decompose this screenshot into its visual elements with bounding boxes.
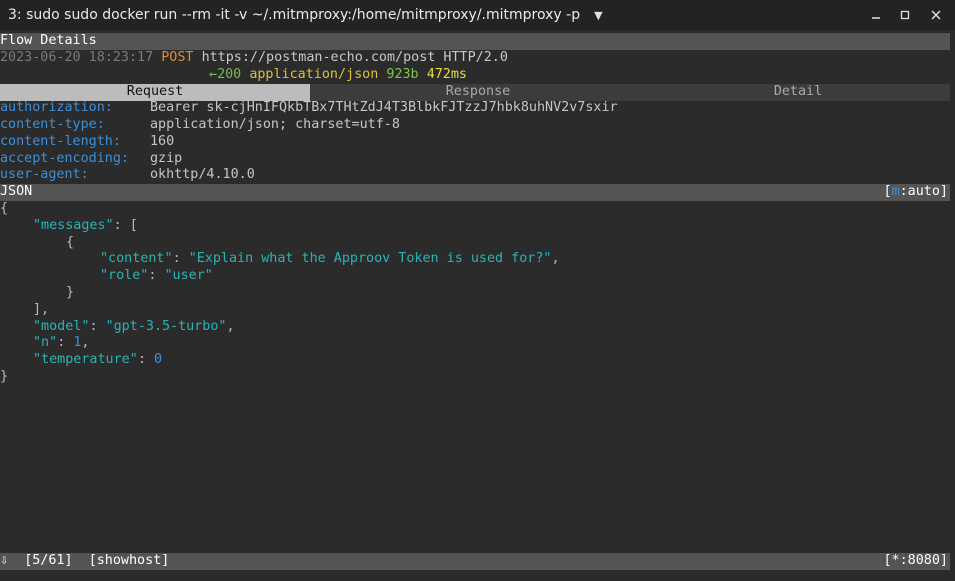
json-line: } [0,369,8,386]
json-punctuation: } [66,285,75,300]
json-punctuation: [ [129,218,138,233]
header-key: authorization: [0,100,113,115]
request-url: https://postman-echo.com/post HTTP/2.0 [201,50,508,65]
view-mode-toggle[interactable]: [m:auto] [884,184,949,201]
view-mode-value: :auto] [899,184,948,199]
json-number: 0 [153,352,162,367]
json-line: "content": "Explain what the Approov Tok… [100,251,560,268]
json-key: "temperature" [33,352,138,367]
window-titlebar: 3: sudo sudo docker run --rm -it -v ~/.m… [0,0,955,30]
tab-response[interactable]: Response [310,84,646,101]
json-key: "role" [100,268,149,283]
json-line: "role": "user" [100,268,213,285]
header-value: Bearer sk-cjHnIFQkbTBx7THtZdJ4T3BlbkFJTz… [150,100,618,115]
header-row: accept-encoding: gzip [0,151,182,168]
terminal-area[interactable]: Flow Details 2023-06-20 18:23:17 POST ht… [0,30,955,581]
header-key: accept-encoding: [0,151,129,166]
json-punctuation: : [137,352,154,367]
json-line: "model": "gpt-3.5-turbo", [33,319,235,336]
header-value: 160 [150,134,175,149]
header-key: content-length: [0,134,121,149]
header-key: user-agent: [0,167,89,182]
json-punctuation: , [226,319,235,334]
json-key: "n" [33,335,58,350]
json-line: "temperature": 0 [33,352,162,369]
tab-detail[interactable]: Detail [646,84,950,101]
json-line: "n": 1, [33,335,89,352]
listen-port: [*:8080] [883,553,949,568]
view-mode-key: m [891,184,900,199]
body-view-label: JSON [0,184,33,199]
chevron-down-icon[interactable]: ▼ [594,9,602,22]
close-icon[interactable] [922,0,950,30]
response-size: 923b [386,67,419,82]
maximize-icon[interactable] [891,0,919,30]
header-value: application/json; charset=utf-8 [150,117,400,132]
json-line: } [66,285,74,302]
json-punctuation: { [0,201,9,216]
header-row: content-length: 160 [0,134,174,151]
json-line: ], [33,302,49,319]
request-line: 2023-06-20 18:23:17 POST https://postman… [0,50,508,67]
json-line: "messages": [ [33,218,138,235]
flow-position: [5/61] [24,553,73,568]
minimize-icon[interactable] [862,0,890,30]
header-key: content-type: [0,117,105,132]
view-mode-bracket: [ [883,184,892,199]
header-value: okhttp/4.10.0 [150,167,255,182]
json-line: { [0,201,8,218]
response-line: ←200 application/json 923b 472ms [209,67,467,84]
tab-request[interactable]: Request [0,84,310,101]
flow-timestamp: 2023-06-20 18:23:17 [0,50,154,65]
detail-tabs: Request Response Detail [0,84,950,101]
header-row: authorization: Bearer sk-cjHnIFQkbTBx7THt… [0,100,618,117]
header-row: user-agent: okhttp/4.10.0 [0,167,255,184]
json-key: "content" [100,251,173,266]
json-key: "messages" [33,218,114,233]
json-punctuation: ], [33,302,50,317]
window-title: 3: sudo sudo docker run --rm -it -v ~/.m… [8,7,581,23]
json-punctuation: : [172,251,189,266]
response-status-code: 200 [217,67,242,82]
request-method: POST [161,50,194,65]
json-punctuation: } [0,369,9,384]
json-punctuation: , [551,251,560,266]
json-punctuation: : [89,319,106,334]
json-line: { [66,235,74,252]
json-key: "model" [33,319,90,334]
json-punctuation: : [113,218,130,233]
option-showhost: [showhost] [88,553,170,568]
status-bar: ⇩ [5/61] [showhost] [*:8080] [0,553,950,570]
header-value: gzip [150,151,183,166]
json-string: "gpt-3.5-turbo" [105,319,227,334]
body-view-bar: JSON [m:auto] [0,184,950,201]
json-string: "Explain what the Approov Token is used … [188,251,552,266]
header-row: content-type: application/json; charset=u… [0,117,400,134]
scroll-down-icon: ⇩ [0,553,9,568]
flow-details-title: Flow Details [0,33,950,50]
response-duration: 472ms [426,67,467,82]
json-punctuation: , [81,335,90,350]
json-punctuation: { [66,235,75,250]
response-arrow-icon: ← [209,67,218,82]
response-content-type: application/json [249,67,379,82]
json-punctuation: : [57,335,74,350]
json-punctuation: : [148,268,165,283]
json-string: "user" [164,268,213,283]
